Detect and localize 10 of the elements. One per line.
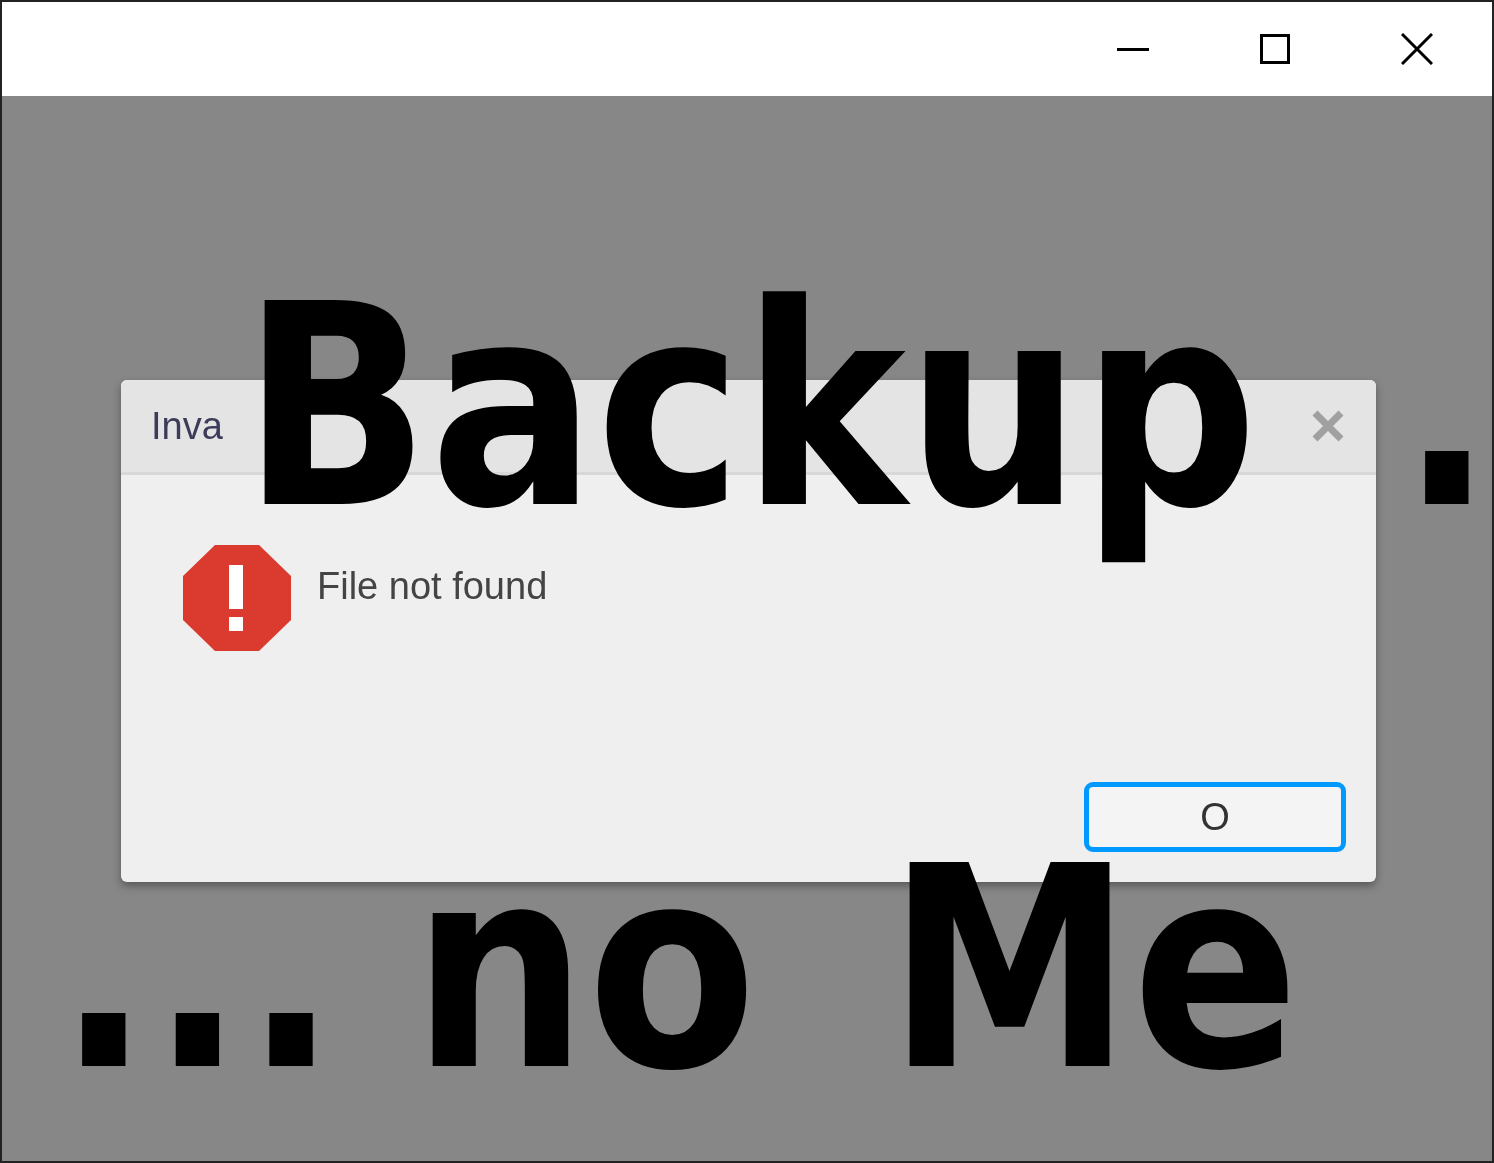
close-icon <box>1310 408 1346 444</box>
caption-word: Me <box>887 862 1300 1078</box>
maximize-icon <box>1260 34 1290 64</box>
close-icon <box>1401 33 1433 65</box>
caption-word: ... <box>57 862 338 1078</box>
ok-button[interactable]: O <box>1084 782 1346 852</box>
caption-word: . <box>1400 243 1492 572</box>
minimize-icon <box>1117 47 1149 51</box>
caption-word: no <box>412 862 757 1078</box>
dialog-title: Inva <box>151 404 223 448</box>
